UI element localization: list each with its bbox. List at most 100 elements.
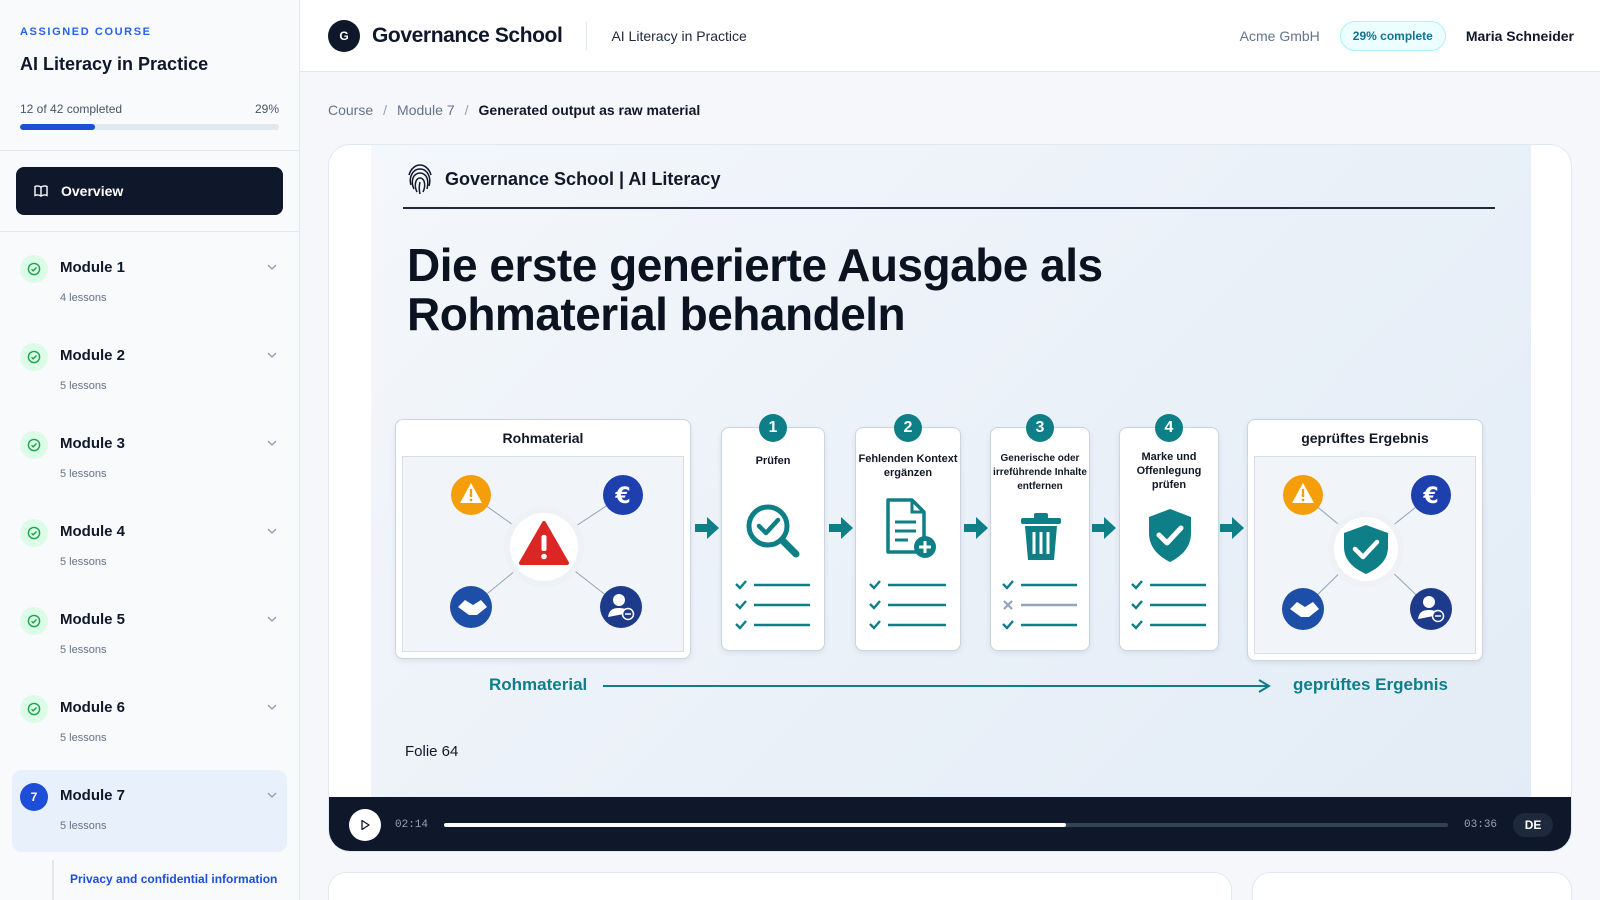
checklist-icon xyxy=(1131,580,1206,630)
verified-result-panel: € xyxy=(1254,456,1476,654)
module-name: Module 4 xyxy=(60,523,126,540)
user-blocked-icon xyxy=(600,586,642,628)
step-number: 2 xyxy=(894,414,922,442)
current-time: 02:14 xyxy=(395,819,429,831)
chevron-down-icon[interactable] xyxy=(265,700,279,714)
flow-end-label: geprüftes Ergebnis xyxy=(1293,675,1448,694)
checklist-icon xyxy=(869,580,946,630)
language-button[interactable]: DE xyxy=(1513,813,1554,837)
organization-name: Acme GmbH xyxy=(1239,27,1320,44)
verified-result-illustration: € xyxy=(1282,475,1452,630)
check-circle-icon xyxy=(20,695,48,723)
module-lesson-count: 5 lessons xyxy=(60,644,107,656)
module-item-5[interactable]: Module 5 5 lessons xyxy=(12,594,287,674)
checklist-mixed-icon xyxy=(1002,580,1077,630)
module-name: Module 5 xyxy=(60,611,126,628)
svg-text:€: € xyxy=(614,484,630,509)
chevron-down-icon[interactable] xyxy=(265,436,279,450)
check-circle-icon xyxy=(20,343,48,371)
header-divider xyxy=(586,21,588,50)
brand-logo[interactable]: G xyxy=(328,19,360,52)
chevron-down-icon[interactable] xyxy=(265,788,279,802)
flow-arrow-icon xyxy=(1220,517,1244,539)
play-icon xyxy=(361,819,370,831)
breadcrumb-course[interactable]: Course xyxy=(328,102,373,118)
step-card-2: 2 Fehlenden Kontext ergänzen xyxy=(855,414,961,651)
chevron-down-icon[interactable] xyxy=(265,612,279,626)
handshake-icon xyxy=(1282,588,1324,630)
breadcrumb-separator: / xyxy=(383,102,388,118)
flow-line xyxy=(603,685,1267,687)
brand-name[interactable]: Governance School xyxy=(372,24,563,48)
shield-check-icon xyxy=(1149,509,1191,562)
completion-badge: 29% complete xyxy=(1339,20,1446,51)
svg-text:€: € xyxy=(1422,484,1438,509)
slide-brand-text: Governance School | AI Literacy xyxy=(445,168,721,189)
seek-bar[interactable] xyxy=(444,823,1449,827)
step-number: 3 xyxy=(1026,414,1054,442)
verified-result-label: geprüftes Ergebnis xyxy=(1301,430,1429,446)
check-circle-icon xyxy=(20,431,48,459)
module-name: Module 3 xyxy=(60,435,126,452)
raw-material-illustration: € xyxy=(450,475,643,628)
flow-arrow-icon xyxy=(829,517,853,539)
sidebar-progress-bar xyxy=(20,124,279,130)
module-lesson-count: 5 lessons xyxy=(60,380,107,392)
module-item-3[interactable]: Module 3 5 lessons xyxy=(12,418,287,498)
lesson-link-active[interactable]: Privacy and confidential information xyxy=(52,860,287,900)
step-card-3: 3 Generische oder irreführende Inhalte e… xyxy=(990,414,1090,651)
chevron-down-icon[interactable] xyxy=(265,348,279,362)
module-list: Module 1 4 lessons Module 2 5 lessons Mo… xyxy=(0,232,299,900)
module-item-7[interactable]: 7 Module 7 5 lessons xyxy=(12,770,287,852)
book-icon xyxy=(34,185,48,197)
sidebar-progress-fill xyxy=(20,124,96,130)
check-circle-icon xyxy=(20,255,48,283)
overview-button[interactable]: Overview xyxy=(16,167,283,215)
user-name[interactable]: Maria Schneider xyxy=(1466,28,1574,44)
seek-bar-fill xyxy=(444,823,1067,827)
sidebar-kicker: ASSIGNED COURSE xyxy=(20,26,152,38)
play-button[interactable] xyxy=(349,809,381,841)
module-item-6[interactable]: Module 6 5 lessons xyxy=(12,682,287,762)
course-sidebar: ASSIGNED COURSE AI Literacy in Practice … xyxy=(0,0,300,900)
overview-label: Overview xyxy=(61,183,124,199)
fingerprint-icon xyxy=(408,164,432,195)
check-circle-icon xyxy=(20,607,48,635)
flow-arrow-icon xyxy=(1092,517,1116,539)
trash-icon xyxy=(1021,513,1061,560)
step-label: Marke und Offenlegung prüfen xyxy=(1136,451,1202,491)
overview-section: Overview xyxy=(0,151,299,232)
module-lesson-count: 5 lessons xyxy=(60,820,107,832)
duration: 03:36 xyxy=(1464,819,1498,831)
raw-material-box: Rohmaterial € xyxy=(395,419,691,659)
module-name: Module 1 xyxy=(60,259,126,276)
breadcrumb-module[interactable]: Module 7 xyxy=(397,102,455,118)
slide-number: Folie 64 xyxy=(405,743,459,760)
module-item-1[interactable]: Module 1 4 lessons xyxy=(12,242,287,322)
breadcrumb: Course / Module 7 / Generated output as … xyxy=(328,102,700,118)
breadcrumb-current: Generated output as raw material xyxy=(478,102,701,118)
sidebar-progress-percent: 29% xyxy=(254,102,279,116)
flow-arrow-icon xyxy=(695,517,719,539)
slide-frame: Governance School | AI Literacy Die erst… xyxy=(371,145,1531,797)
module-lesson-count: 5 lessons xyxy=(60,556,107,568)
module-item-2[interactable]: Module 2 5 lessons xyxy=(12,330,287,410)
user-blocked-icon xyxy=(1410,588,1452,630)
chevron-down-icon[interactable] xyxy=(265,524,279,538)
module-item-4[interactable]: Module 4 5 lessons xyxy=(12,506,287,586)
header-course-name: AI Literacy in Practice xyxy=(611,27,747,44)
magnifier-check-icon xyxy=(746,504,800,558)
module-lesson-count: 5 lessons xyxy=(60,468,107,480)
euro-icon: € xyxy=(603,475,643,515)
caution-icon xyxy=(1283,475,1323,515)
side-info-card xyxy=(1252,872,1572,900)
step-label: Generische oder irreführende Inhalte ent… xyxy=(993,453,1087,492)
sidebar-header: ASSIGNED COURSE AI Literacy in Practice … xyxy=(0,0,299,151)
chevron-down-icon[interactable] xyxy=(265,260,279,274)
lesson-content-card xyxy=(328,872,1232,900)
video-player[interactable]: Governance School | AI Literacy Die erst… xyxy=(328,144,1572,852)
raw-material-label: Rohmaterial xyxy=(502,430,584,446)
step-number: 1 xyxy=(759,414,787,442)
module-name: Module 2 xyxy=(60,347,126,364)
document-add-icon xyxy=(886,498,936,558)
